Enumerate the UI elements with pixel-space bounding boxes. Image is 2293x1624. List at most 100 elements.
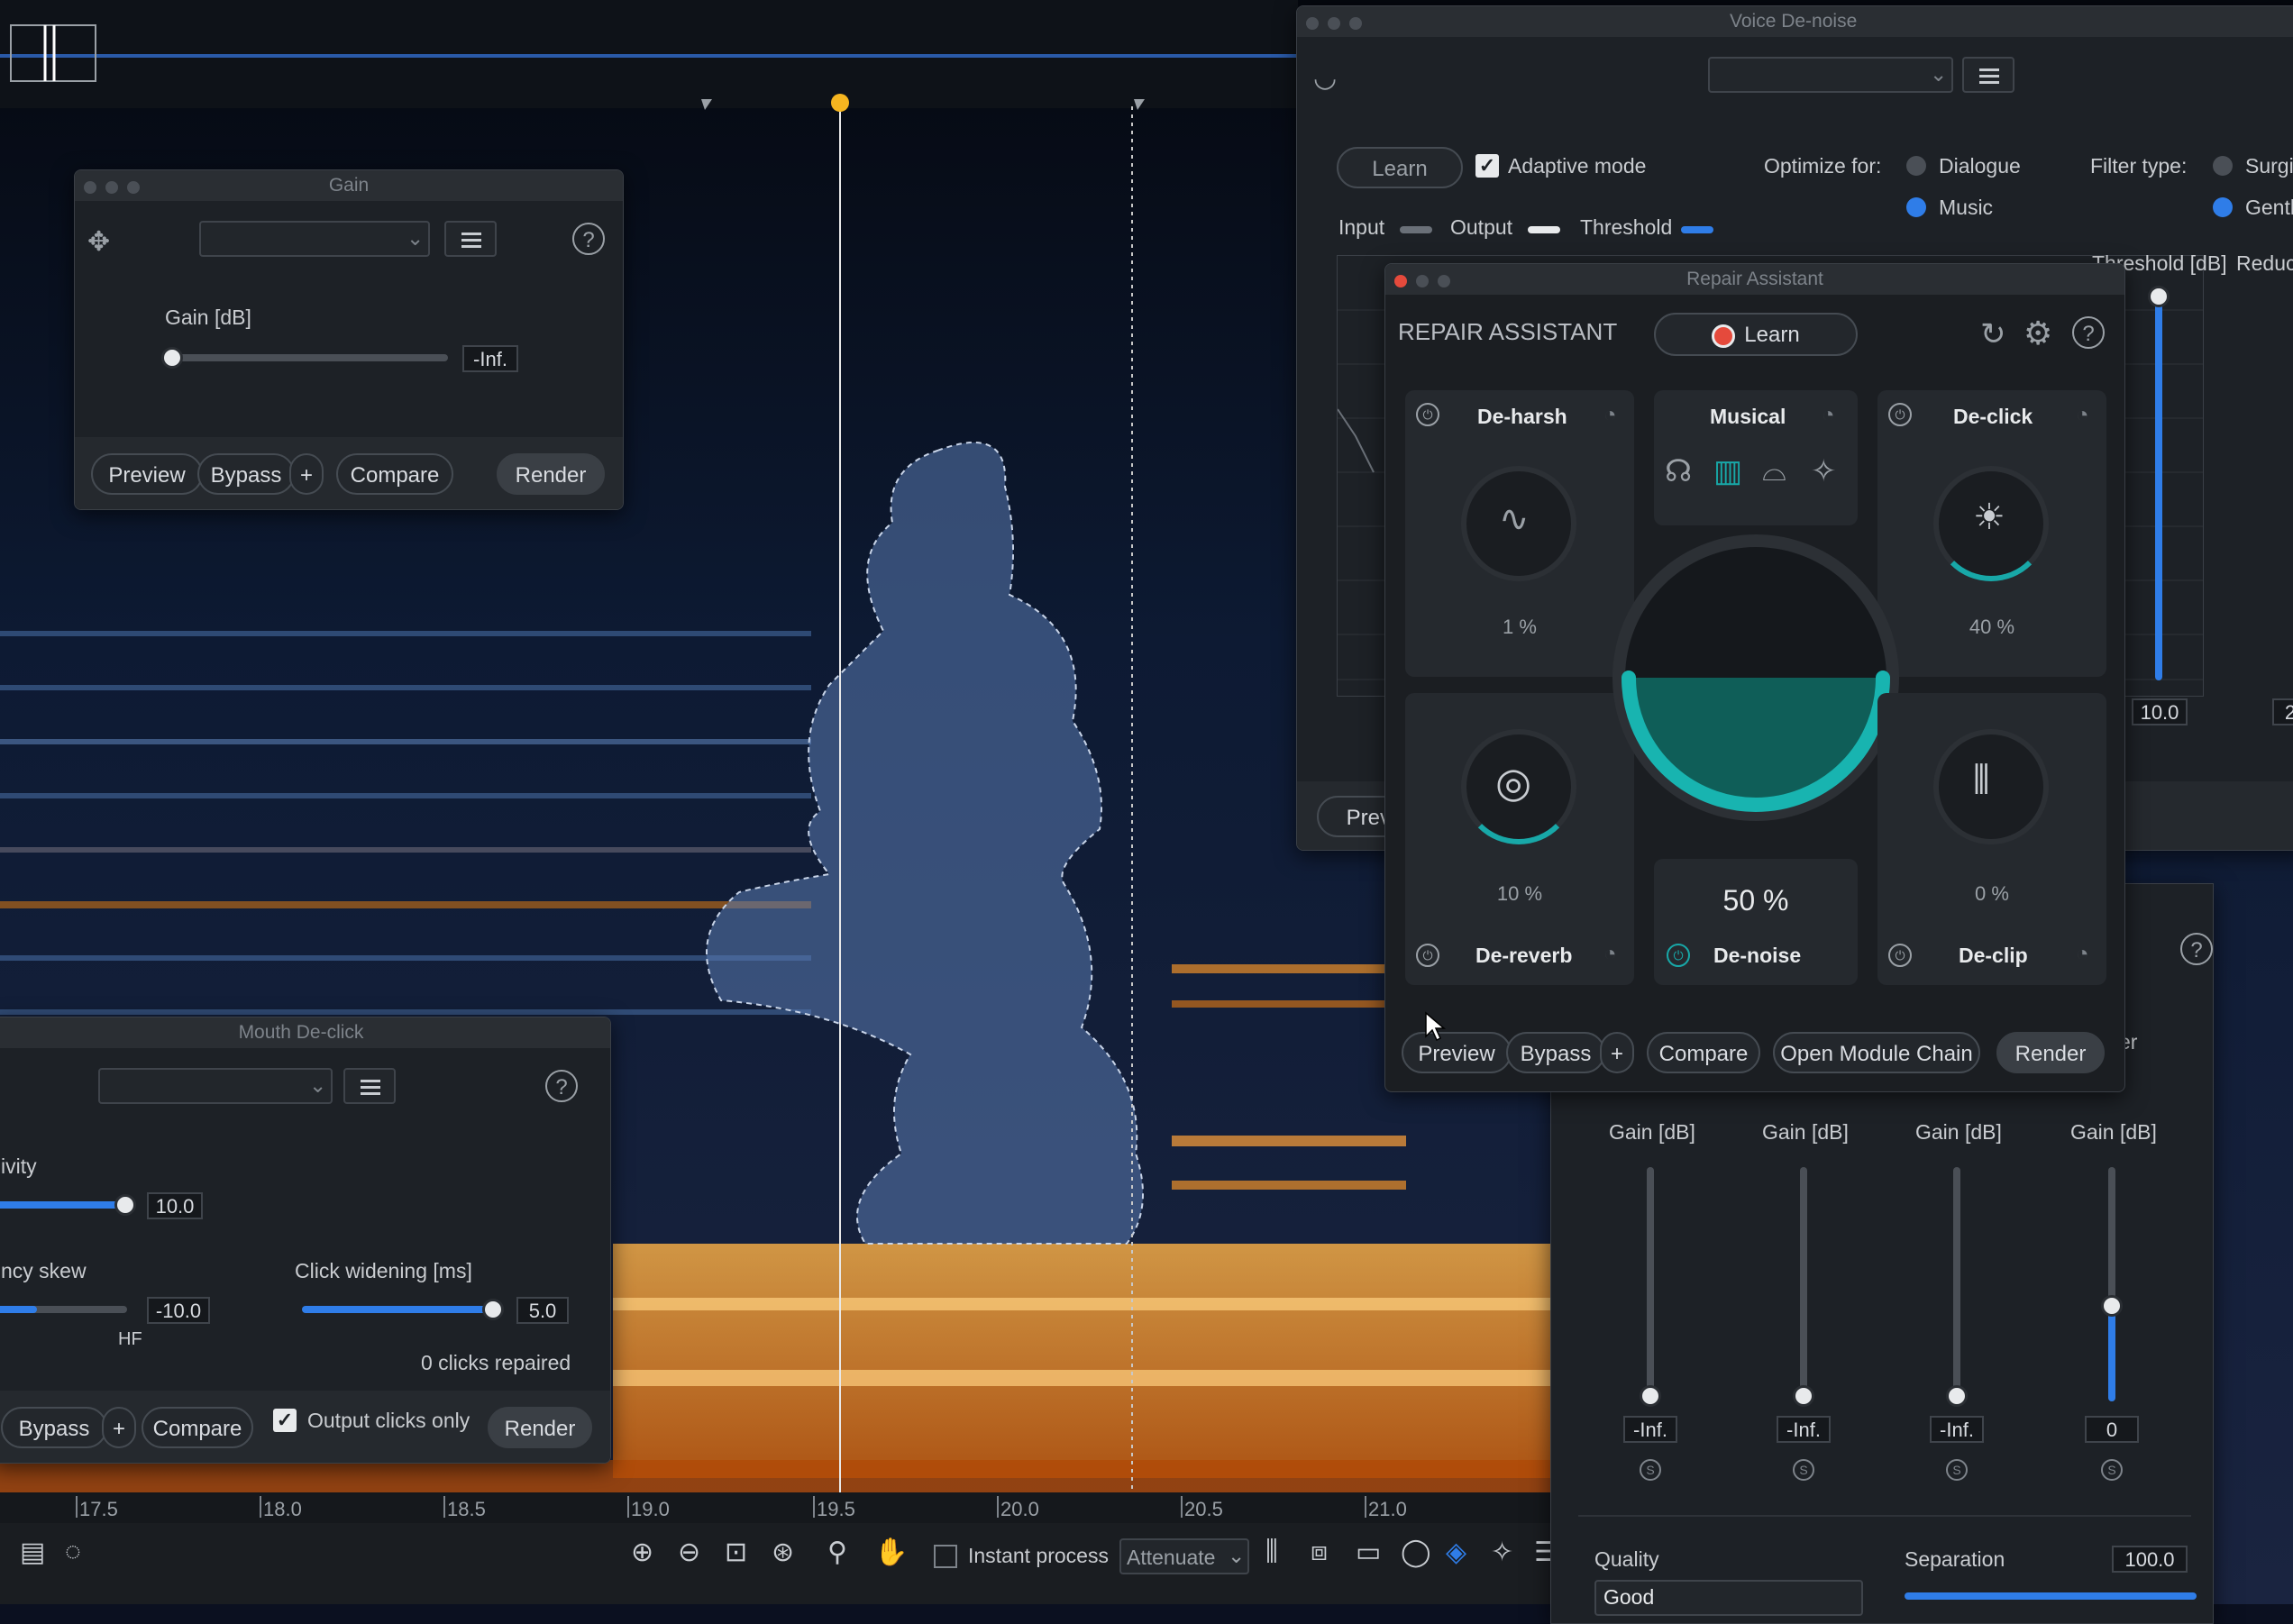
zoom-fit-icon[interactable]: ⊛: [772, 1537, 794, 1568]
list-icon[interactable]: ▤: [20, 1537, 45, 1568]
sensitivity-thumb[interactable]: [114, 1194, 136, 1216]
help-icon[interactable]: ?: [572, 223, 605, 255]
preset-select[interactable]: ⌄: [98, 1068, 333, 1104]
hand-icon[interactable]: ✋: [874, 1537, 908, 1568]
listen-icon[interactable]: ◔: [1603, 942, 1617, 967]
dialogue-radio[interactable]: [1906, 156, 1926, 176]
gentle-radio[interactable]: [2213, 197, 2233, 217]
declip-module[interactable]: ⫴ 0 % ⏻ De-clip ◔: [1877, 693, 2106, 985]
drum-icon[interactable]: ⌓: [1762, 453, 1786, 488]
declick-knob[interactable]: ☀: [1933, 466, 2049, 581]
band-value[interactable]: -Inf.: [1777, 1416, 1831, 1443]
lasso-icon[interactable]: ◯: [1401, 1537, 1431, 1568]
preview-button[interactable]: Preview: [91, 453, 203, 495]
gain-titlebar[interactable]: Gain: [75, 170, 623, 201]
solo-icon[interactable]: S: [1793, 1459, 1814, 1481]
declip-knob[interactable]: ⫴: [1933, 729, 2049, 844]
threshold-thumb[interactable]: [2148, 286, 2170, 307]
plus-button[interactable]: +: [289, 453, 324, 495]
gain-slider-thumb[interactable]: [161, 347, 183, 369]
quality-select[interactable]: Good: [1594, 1580, 1863, 1616]
brush-icon[interactable]: ◈: [1446, 1537, 1466, 1568]
magic-wand-icon[interactable]: ✧: [1491, 1537, 1513, 1568]
piano-icon[interactable]: ▥: [1713, 453, 1742, 489]
bypass-button[interactable]: Bypass: [1, 1407, 107, 1448]
minimize-dot[interactable]: [1328, 17, 1340, 30]
minimize-dot[interactable]: [105, 181, 118, 194]
declick-power-icon[interactable]: ⏻: [1888, 403, 1912, 426]
deharsh-knob[interactable]: ∿: [1461, 466, 1576, 581]
zoom-dot[interactable]: [1438, 275, 1450, 287]
history-icon[interactable]: ↻: [1980, 316, 2006, 352]
declick-module[interactable]: ⏻ De-click ◔ ☀ 40 %: [1877, 390, 2106, 677]
sensitivity-slider[interactable]: [0, 1201, 127, 1209]
open-module-chain-button[interactable]: Open Module Chain: [1773, 1032, 1980, 1073]
separation-value[interactable]: 100.0: [2112, 1546, 2188, 1573]
solo-icon[interactable]: S: [1946, 1459, 1968, 1481]
denoise-module[interactable]: 50 % ⏻ De-noise: [1654, 859, 1858, 985]
mouth-declick-titlebar[interactable]: Mouth De-click: [0, 1017, 610, 1048]
click-widening-value[interactable]: 5.0: [516, 1297, 569, 1324]
click-widening-slider[interactable]: [302, 1306, 495, 1313]
denoise-knob[interactable]: [1612, 534, 1899, 821]
band-value[interactable]: 0: [2085, 1416, 2139, 1443]
instant-process-checkbox[interactable]: [934, 1545, 957, 1568]
sparkle-icon[interactable]: ✧: [1811, 453, 1837, 489]
help-icon[interactable]: ?: [2180, 933, 2213, 965]
menu-button[interactable]: [444, 221, 497, 257]
preset-select[interactable]: ⌄: [199, 221, 430, 257]
band-fader[interactable]: [1647, 1167, 1654, 1401]
gain-value[interactable]: -Inf.: [462, 345, 518, 372]
zoom-selection-icon[interactable]: ⊡: [725, 1537, 747, 1568]
gain-slider[interactable]: [174, 354, 448, 361]
menu-button[interactable]: [343, 1068, 396, 1104]
gear-icon[interactable]: ⚙: [2024, 315, 2052, 352]
separation-slider[interactable]: [1905, 1592, 2197, 1600]
compare-button[interactable]: Compare: [142, 1407, 253, 1448]
time-selection-icon[interactable]: ⫼: [1265, 1537, 1278, 1567]
listen-icon[interactable]: ◔: [2076, 942, 2089, 967]
solo-icon[interactable]: S: [2101, 1459, 2123, 1481]
dereverb-power-icon[interactable]: ⏻: [1416, 944, 1439, 967]
band-value[interactable]: -Inf.: [1623, 1416, 1677, 1443]
plus-button[interactable]: +: [1600, 1032, 1634, 1073]
render-button[interactable]: Render: [1996, 1032, 2105, 1073]
menu-button[interactable]: [1962, 57, 2014, 93]
minimize-dot[interactable]: [1416, 275, 1429, 287]
band-fader-thumb[interactable]: [1793, 1385, 1814, 1407]
music-radio[interactable]: [1906, 197, 1926, 217]
adaptive-mode-checkbox[interactable]: ✓: [1475, 154, 1499, 178]
comment-icon[interactable]: ◌: [65, 1537, 81, 1567]
zoom-out-icon[interactable]: ⊖: [678, 1537, 700, 1568]
surgical-radio[interactable]: [2213, 156, 2233, 176]
render-button[interactable]: Render: [488, 1407, 592, 1448]
band-fader-thumb[interactable]: [1640, 1385, 1661, 1407]
help-icon[interactable]: ?: [545, 1070, 578, 1102]
solo-icon[interactable]: S: [1640, 1459, 1661, 1481]
listen-icon[interactable]: ◔: [1822, 403, 1835, 428]
plus-button[interactable]: +: [102, 1407, 136, 1448]
vocal-icon[interactable]: ☊: [1665, 453, 1692, 489]
learn-button[interactable]: Learn: [1337, 147, 1463, 188]
freq-skew-value[interactable]: -10.0: [147, 1297, 210, 1324]
attenuate-select[interactable]: Attenuate ⌄: [1119, 1538, 1249, 1574]
preview-button[interactable]: Preview: [1402, 1032, 1512, 1073]
magnify-icon[interactable]: ⚲: [827, 1537, 847, 1568]
listen-icon[interactable]: ◔: [1603, 403, 1617, 428]
render-button[interactable]: Render: [497, 453, 605, 495]
voice-denoise-titlebar[interactable]: Voice De-noise: [1297, 6, 2293, 37]
close-dot[interactable]: [1394, 275, 1407, 287]
zoom-dot[interactable]: [1349, 17, 1362, 30]
time-freq-selection-icon[interactable]: ⧈: [1311, 1537, 1328, 1567]
band-fader[interactable]: [1800, 1167, 1807, 1401]
repair-assistant-titlebar[interactable]: Repair Assistant: [1385, 264, 2124, 295]
close-dot[interactable]: [1306, 17, 1319, 30]
zoom-dot[interactable]: [127, 181, 140, 194]
denoise-power-icon[interactable]: ⏻: [1667, 944, 1690, 967]
dereverb-knob[interactable]: ◎: [1461, 729, 1576, 844]
sensitivity-value[interactable]: 10.0: [147, 1192, 203, 1219]
compare-button[interactable]: Compare: [336, 453, 453, 495]
threshold-value[interactable]: 10.0: [2132, 698, 2188, 725]
click-widening-thumb[interactable]: [482, 1299, 504, 1320]
dereverb-module[interactable]: ◎ 10 % ⏻ De-reverb ◔: [1405, 693, 1634, 985]
